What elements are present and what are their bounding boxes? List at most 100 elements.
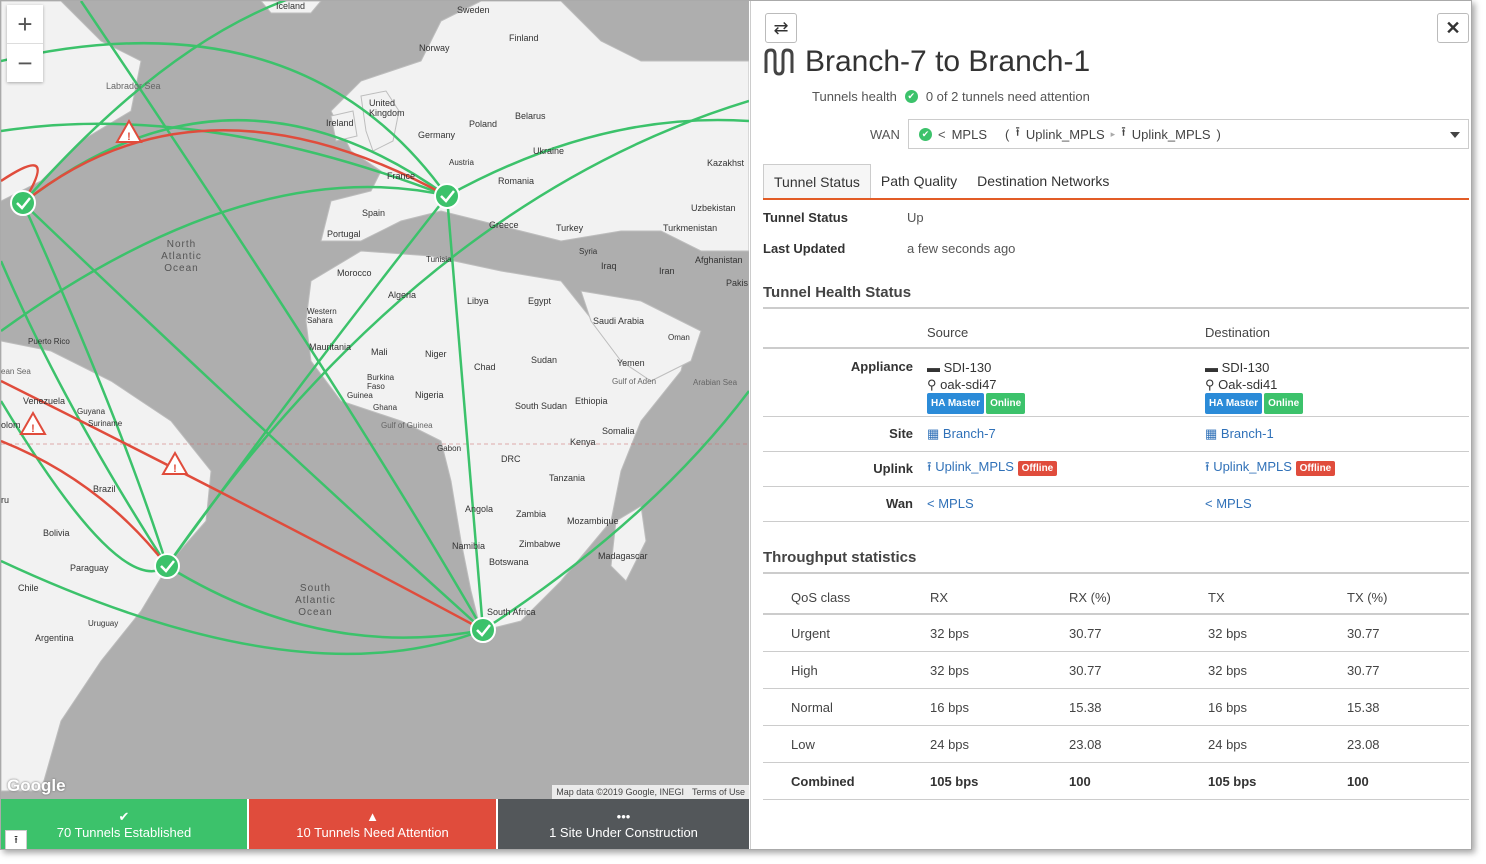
offline-badge: Offline (1295, 460, 1336, 476)
map-label: Zambia (516, 509, 547, 519)
map-label: Sudan (531, 355, 558, 365)
tunnel-name: Branch-7 to Branch-1 (805, 45, 1091, 78)
map-label: Namibia (452, 541, 486, 551)
map-label: Norway (419, 43, 450, 53)
site-node[interactable] (470, 617, 496, 643)
source-wan-link[interactable]: < MPLS (927, 486, 1205, 522)
check-circle-icon: ✔ (904, 90, 918, 103)
zoom-out-button[interactable]: − (7, 43, 43, 82)
map-label: Oman (668, 333, 690, 342)
row-pad (763, 614, 790, 652)
map-label: Nigeria (415, 390, 444, 400)
source-uplink-link[interactable]: ⭱ Uplink_MPLS (927, 459, 1014, 474)
cell-tx-pct: 23.08 (1346, 725, 1469, 763)
tunnel-status-row: Tunnel Status Up (763, 210, 924, 225)
map-label: Botswana (489, 557, 529, 567)
source-appliance: SDI-130 (943, 360, 992, 375)
swap-icon: ⇄ (773, 17, 789, 38)
arrow-right-icon: ▸ (1110, 128, 1116, 139)
source-site-link[interactable]: ▦ Branch-7 (927, 416, 1205, 452)
tunnel-summary-bar: ✔ 70 Tunnels Established ▲ 10 Tunnels Ne… (1, 799, 749, 849)
map-label: Austria (449, 158, 474, 167)
map-label: Ukraine (533, 146, 565, 156)
map-label: South Sudan (515, 401, 568, 411)
destination-wan-link[interactable]: < MPLS (1205, 486, 1469, 522)
map-label: Labrador Sea (106, 81, 161, 91)
cell-rx-pct: 30.77 (1068, 651, 1207, 689)
map-data-credit: Map data ©2019 Google, INEGI (556, 787, 684, 797)
tab-path-quality[interactable]: Path Quality (871, 164, 967, 198)
map-label: Kazakhst (707, 158, 745, 168)
map-label: Brazil (93, 484, 116, 494)
map-label: Western Sahara (307, 307, 337, 325)
destination-uplink-link[interactable]: ⭱ Uplink_MPLS (1205, 459, 1292, 474)
panel-title: Branch-7 to Branch-1 (763, 45, 1090, 79)
share-icon: < (927, 496, 935, 511)
online-badge: Online (1264, 393, 1304, 414)
map-label: Afghanistan (695, 255, 743, 265)
tunnels-established-button[interactable]: ✔ 70 Tunnels Established (1, 799, 249, 849)
row-pad (763, 725, 790, 763)
cell-tx-pct: 100 (1346, 762, 1469, 800)
building-icon: ▦ (927, 425, 940, 441)
close-button[interactable]: ✕ (1437, 13, 1469, 43)
health-section-title: Tunnel Health Status (763, 284, 1469, 309)
swap-direction-button[interactable]: ⇄ (765, 13, 797, 43)
table-row: Urgent 32 bps 30.77 32 bps 30.77 (763, 614, 1469, 652)
cell-tx: 105 bps (1207, 762, 1346, 800)
map-label: Tunisia (426, 255, 452, 264)
tab-tunnel-status[interactable]: Tunnel Status (763, 164, 871, 198)
source-uplink-cell: ⭱ Uplink_MPLS Offline (927, 451, 1205, 487)
cell-qos: Urgent (790, 614, 929, 652)
site-node[interactable] (10, 190, 36, 216)
site-node[interactable] (154, 553, 180, 579)
map-label: Algeria (388, 290, 417, 300)
site-node[interactable] (434, 183, 460, 209)
ellipsis-icon: ••• (616, 808, 631, 824)
cell-tx: 24 bps (1207, 725, 1346, 763)
site-construction-button[interactable]: ••• 1 Site Under Construction (498, 799, 749, 849)
close-icon: ✕ (1445, 17, 1461, 38)
map-label: Niger (425, 349, 447, 359)
map-label: DRC (501, 454, 521, 464)
map-label: Ghana (373, 403, 398, 412)
map-label: Iran (659, 266, 675, 276)
source-uplink: Uplink_MPLS (935, 458, 1014, 474)
google-logo: Google (7, 776, 66, 795)
row-label-site: Site (763, 416, 927, 452)
map-label: Sweden (457, 5, 490, 15)
attention-label: 10 Tunnels Need Attention (296, 824, 449, 840)
wan-select[interactable]: ✔ < MPLS ( ⭱ Uplink_MPLS ▸ ⭱ Uplink_MPLS… (908, 119, 1469, 149)
cell-qos: Normal (790, 688, 929, 726)
tab-destination-networks[interactable]: Destination Networks (967, 164, 1119, 198)
cell-tx: 32 bps (1207, 614, 1346, 652)
zoom-in-button[interactable]: + (7, 5, 43, 43)
tunnels-attention-button[interactable]: ▲ 10 Tunnels Need Attention (249, 799, 498, 849)
table-row: High 32 bps 30.77 32 bps 30.77 (763, 651, 1469, 689)
world-map[interactable]: ! ! ! Iceland Sweden Finland Norway Labr… (1, 1, 749, 799)
share-icon: < (938, 126, 946, 142)
tunnel-status-label: Tunnel Status (763, 210, 848, 225)
uplink-destination: Uplink_MPLS (1131, 126, 1211, 142)
map-label: Argentina (35, 633, 74, 643)
map-label: Chad (474, 362, 496, 372)
map-label: ean Sea (1, 367, 31, 376)
map-label: Egypt (528, 296, 552, 306)
cell-rx: 16 bps (929, 688, 1068, 726)
map-label: Greece (489, 220, 519, 230)
cell-tx-pct: 15.38 (1346, 688, 1469, 726)
wan-name: MPLS (951, 126, 987, 142)
source-wan: MPLS (938, 496, 974, 511)
zoom-control: + − (7, 5, 43, 82)
chevron-down-icon[interactable] (1450, 132, 1460, 138)
cell-rx-pct: 100 (1068, 762, 1207, 800)
health-table: Source Destination Appliance ▬ SDI-130 ⚲… (763, 317, 1469, 522)
last-updated-value: a few seconds ago (907, 241, 1016, 256)
terms-link[interactable]: Terms of Use (692, 787, 745, 797)
svg-text:!: ! (173, 463, 177, 475)
source-site: Branch-7 (942, 425, 996, 441)
map-label: Ethiopia (575, 396, 608, 406)
upload-icon[interactable]: ⭱ (5, 830, 27, 849)
last-updated-row: Last Updated a few seconds ago (763, 241, 1015, 256)
destination-site-link[interactable]: ▦ Branch-1 (1205, 416, 1469, 452)
